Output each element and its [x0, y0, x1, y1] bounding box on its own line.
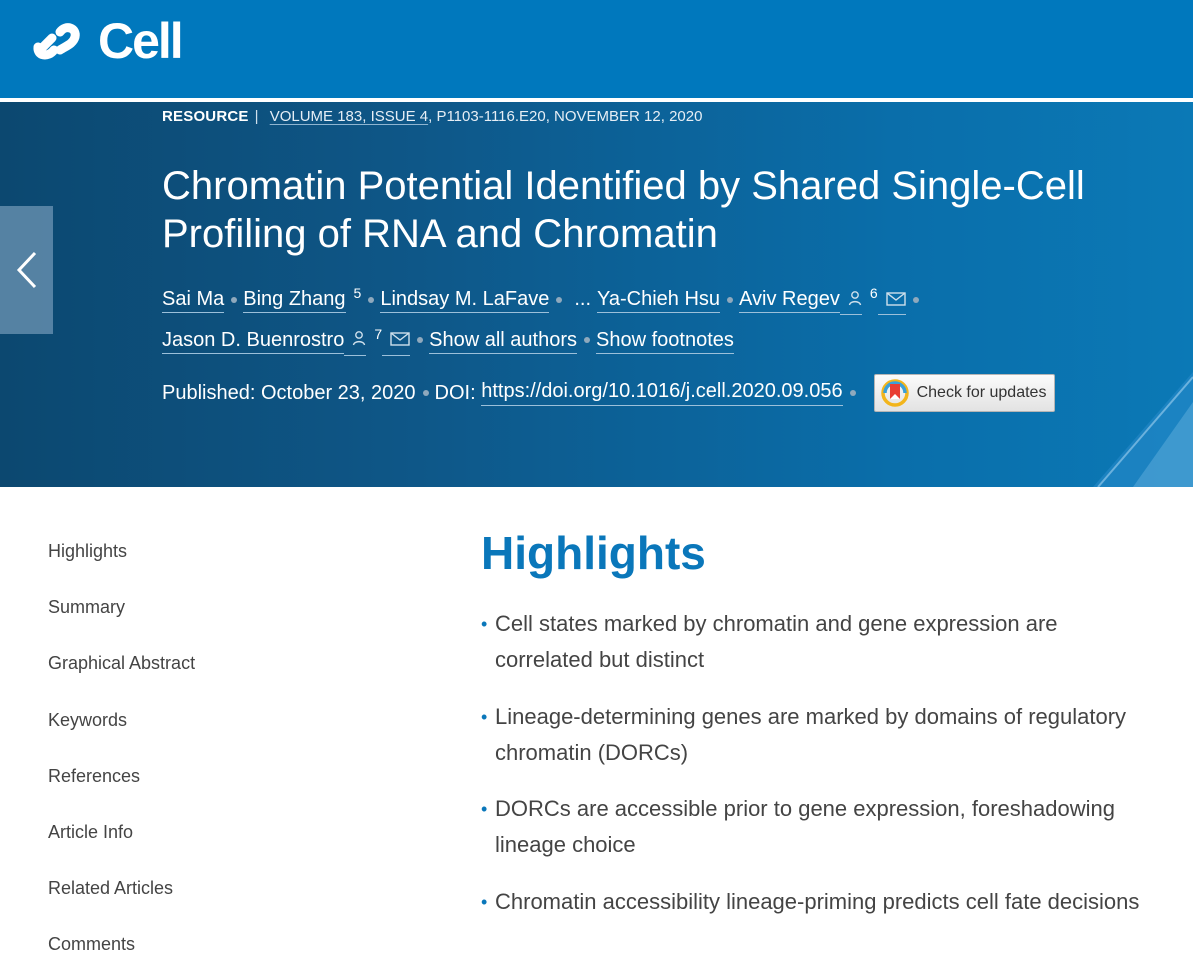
- doi-label: DOI:: [434, 381, 476, 404]
- author-link[interactable]: Lindsay M. LaFave: [380, 288, 550, 313]
- email-icon: [885, 280, 906, 320]
- published-date: Published: October 23, 2020: [162, 381, 416, 404]
- publication-info: Published: October 23, 2020 DOI: https:/…: [162, 374, 1056, 412]
- nav-item-graphical-abstract[interactable]: Graphical Abstract: [48, 650, 195, 706]
- separator-dot: [231, 296, 238, 303]
- nav-item-references[interactable]: References: [48, 763, 195, 819]
- nav-item-article-info[interactable]: Article Info: [48, 819, 195, 875]
- author-link[interactable]: Bing Zhang: [243, 288, 346, 313]
- nav-item-highlights[interactable]: Highlights: [48, 538, 195, 594]
- nav-item-comments[interactable]: Comments: [48, 931, 195, 969]
- email-link[interactable]: [877, 288, 906, 315]
- show-footnotes-link[interactable]: Show footnotes: [596, 328, 734, 354]
- check-for-updates-button[interactable]: Check for updates: [873, 374, 1056, 412]
- footnote-ref[interactable]: 6: [870, 285, 878, 301]
- authors-ellipsis: ...: [574, 288, 591, 310]
- author-link[interactable]: Jason D. Buenrostro: [162, 328, 345, 354]
- separator-dot: [368, 296, 375, 303]
- corresponding-author-marker[interactable]: [839, 288, 862, 315]
- nav-item-keywords[interactable]: Keywords: [48, 707, 195, 763]
- highlight-item: DORCs are accessible prior to gene expre…: [481, 791, 1141, 863]
- article-header: RESOURCE | VOLUME 183, ISSUE 4, P1103-111…: [0, 102, 1193, 487]
- separator-dot: [727, 296, 734, 303]
- person-icon: [352, 320, 366, 360]
- corresponding-author-marker[interactable]: [344, 328, 367, 356]
- article-title: Chromatin Potential Identified by Shared…: [162, 164, 1085, 256]
- previous-article-button[interactable]: [0, 206, 53, 334]
- top-bar: Cell: [0, 0, 1193, 98]
- pages-date: P1103-1116.E20, NOVEMBER 12, 2020: [436, 108, 703, 125]
- author-link[interactable]: Aviv Regev: [739, 288, 840, 313]
- separator-dot: [556, 296, 563, 303]
- person-icon: [848, 280, 862, 320]
- article-type: RESOURCE: [162, 108, 249, 125]
- nav-item-summary[interactable]: Summary: [48, 594, 195, 650]
- separator-dot: [912, 296, 919, 303]
- author-link[interactable]: Ya-Chieh Hsu: [597, 288, 721, 313]
- highlights-list: Cell states marked by chromatin and gene…: [481, 606, 1141, 940]
- highlights-heading: Highlights: [481, 527, 706, 579]
- email-link[interactable]: [382, 328, 411, 356]
- doi-link[interactable]: https://doi.org/10.1016/j.cell.2020.09.0…: [481, 380, 843, 406]
- author-list: Sai Ma Bing Zhang 5 Lindsay M. LaFave... Ya-…: [162, 279, 1062, 360]
- article-sections-nav: Highlights Summary Graphical Abstract Ke…: [48, 538, 195, 969]
- logo-wordmark: Cell: [98, 13, 184, 69]
- separator-dot: [417, 337, 424, 344]
- separator-dot: [849, 390, 856, 396]
- separator-dot: [422, 390, 429, 396]
- volume-issue-link[interactable]: VOLUME 183, ISSUE 4: [270, 108, 428, 125]
- separator-dot: [584, 337, 590, 344]
- nav-item-related-articles[interactable]: Related Articles: [48, 875, 195, 931]
- author-link[interactable]: Sai Ma: [162, 288, 225, 313]
- cell-logo-icon: [33, 23, 80, 60]
- meta-separator: |: [254, 108, 259, 125]
- cell-logo[interactable]: Cell: [30, 13, 184, 69]
- highlight-item: Lineage-determining genes are marked by …: [481, 699, 1141, 771]
- highlight-item: Chromatin accessibility lineage-priming …: [481, 884, 1141, 920]
- footnote-ref[interactable]: 5: [354, 285, 362, 301]
- chevron-left-icon: [16, 251, 36, 289]
- check-for-updates-label: Check for updates: [916, 384, 1047, 401]
- highlight-item: Cell states marked by chromatin and gene…: [481, 606, 1141, 678]
- crossmark-icon: [880, 379, 909, 407]
- footnote-ref[interactable]: 7: [374, 326, 382, 342]
- email-icon: [390, 320, 410, 360]
- article-meta: RESOURCE | VOLUME 183, ISSUE 4, P1103-111…: [162, 108, 702, 125]
- show-all-authors-link[interactable]: Show all authors: [429, 328, 577, 354]
